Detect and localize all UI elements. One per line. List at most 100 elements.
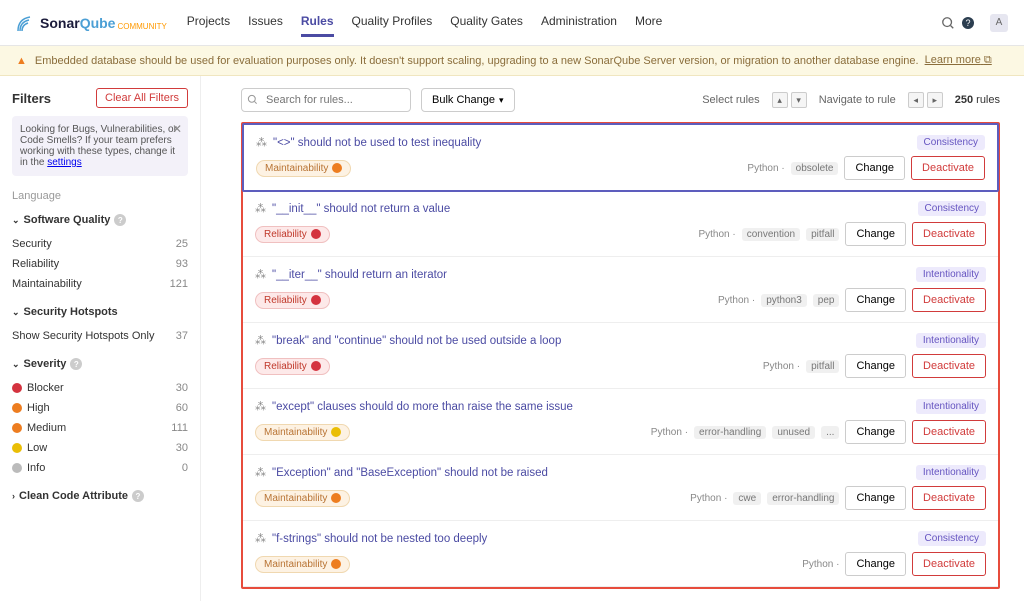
facet-item-severity-medium[interactable]: Medium111: [12, 418, 188, 438]
change-button[interactable]: Change: [845, 288, 906, 312]
rule-type-icon: ⁂: [255, 334, 266, 347]
select-down-button[interactable]: ▾: [791, 92, 807, 108]
select-up-button[interactable]: ▴: [772, 92, 788, 108]
rule-quality-pill: Maintainability: [256, 160, 351, 177]
nav-administration[interactable]: Administration: [541, 8, 617, 37]
close-icon[interactable]: ✕: [172, 122, 182, 136]
sonarqube-logo-icon: [16, 13, 36, 33]
rule-type-icon: ⁂: [255, 400, 266, 413]
chevron-right-icon: ›: [12, 491, 15, 501]
rule-row[interactable]: ⁂ "<>" should not be used to test inequal…: [242, 123, 999, 192]
search-icon[interactable]: [938, 13, 958, 33]
facet-item-security[interactable]: Security25: [12, 234, 188, 254]
rule-tag: cwe: [733, 492, 761, 505]
rule-row[interactable]: ⁂"Exception" and "BaseException" should …: [243, 455, 998, 521]
facet-item-hotspots[interactable]: Show Security Hotspots Only 37: [12, 326, 188, 346]
nav-issues[interactable]: Issues: [248, 8, 283, 37]
chevron-down-icon: ⌄: [12, 359, 20, 370]
nav-more[interactable]: More: [635, 8, 662, 37]
rule-tag: error-handling: [694, 426, 766, 439]
help-icon[interactable]: ?: [70, 358, 82, 370]
change-button[interactable]: Change: [845, 354, 906, 378]
nav-projects[interactable]: Projects: [187, 8, 230, 37]
logo-qube: Qube: [80, 15, 116, 31]
rule-type-icon: ⁂: [255, 532, 266, 545]
severity-facet[interactable]: ⌄ Severity ?: [12, 358, 188, 370]
rule-lang: Python ·: [802, 559, 839, 570]
rule-lang: Python ·: [718, 295, 755, 306]
help-icon[interactable]: ?: [958, 13, 978, 33]
language-facet-label[interactable]: Language: [12, 190, 188, 202]
rule-quality-pill: Maintainability: [255, 424, 350, 441]
facet-item-maintainability[interactable]: Maintainability121: [12, 274, 188, 294]
deactivate-button[interactable]: Deactivate: [912, 222, 986, 246]
rule-quality-pill: Reliability: [255, 358, 330, 375]
rule-title-link[interactable]: "__iter__" should return an iterator: [272, 269, 447, 281]
clear-all-filters-button[interactable]: Clear All Filters: [96, 88, 188, 108]
nav-next-button[interactable]: ▸: [927, 92, 943, 108]
security-hotspots-facet[interactable]: ⌄ Security Hotspots: [12, 306, 188, 318]
nav-quality-profiles[interactable]: Quality Profiles: [352, 8, 433, 37]
severity-dot-icon: [311, 361, 321, 371]
deactivate-button[interactable]: Deactivate: [912, 354, 986, 378]
rule-title-link[interactable]: "Exception" and "BaseException" should n…: [272, 467, 548, 479]
settings-link[interactable]: settings: [47, 157, 81, 168]
facet-item-severity-info[interactable]: Info0: [12, 458, 188, 478]
rule-title-link[interactable]: "except" clauses should do more than rai…: [272, 401, 573, 413]
banner-learn-more-link[interactable]: Learn more ⧉: [925, 54, 992, 67]
deactivate-button[interactable]: Deactivate: [912, 552, 986, 576]
rule-badge: Intentionality: [916, 267, 986, 282]
rule-title-link[interactable]: "break" and "continue" should not be use…: [272, 335, 561, 347]
change-button[interactable]: Change: [845, 552, 906, 576]
severity-dot-icon: [311, 229, 321, 239]
search-icon: [247, 94, 258, 108]
chevron-down-icon: ▾: [499, 95, 504, 106]
logo[interactable]: SonarQube COMMUNITY: [16, 13, 167, 33]
total-rules: 250 rules: [955, 94, 1000, 106]
nav-quality-gates[interactable]: Quality Gates: [450, 8, 523, 37]
nav-rules[interactable]: Rules: [301, 8, 334, 37]
deactivate-button[interactable]: Deactivate: [911, 156, 985, 180]
rule-title-link[interactable]: "<>" should not be used to test inequali…: [273, 137, 481, 149]
change-button[interactable]: Change: [845, 486, 906, 510]
facet-item-severity-blocker[interactable]: Blocker30: [12, 378, 188, 398]
rule-row[interactable]: ⁂ "break" and "continue" should not be us…: [243, 323, 998, 389]
rule-title-link[interactable]: "f-strings" should not be nested too dee…: [272, 533, 487, 545]
chevron-down-icon: ⌄: [12, 215, 20, 226]
bulk-change-button[interactable]: Bulk Change ▾: [421, 88, 515, 112]
clean-code-facet[interactable]: › Clean Code Attribute ?: [12, 490, 188, 502]
severity-dot-icon: [331, 427, 341, 437]
rule-lang: Python ·: [698, 229, 735, 240]
svg-text:?: ?: [965, 18, 970, 28]
rule-row[interactable]: ⁂"__init__" should not return a valueCon…: [243, 191, 998, 257]
rule-badge: Intentionality: [916, 465, 986, 480]
change-button[interactable]: Change: [845, 420, 906, 444]
deactivate-button[interactable]: Deactivate: [912, 420, 986, 444]
rule-tag: pep: [813, 294, 840, 307]
help-icon[interactable]: ?: [114, 214, 126, 226]
severity-dot-icon: [331, 493, 341, 503]
select-rules-label: Select rules: [702, 94, 759, 106]
change-button[interactable]: Change: [844, 156, 905, 180]
rule-tag: convention: [742, 228, 800, 241]
facet-item-severity-high[interactable]: High60: [12, 398, 188, 418]
rule-quality-pill: Maintainability: [255, 556, 350, 573]
rule-row[interactable]: ⁂"__iter__" should return an iteratorInt…: [243, 257, 998, 323]
deactivate-button[interactable]: Deactivate: [912, 486, 986, 510]
rule-type-icon: ⁂: [256, 136, 267, 149]
help-icon[interactable]: ?: [132, 490, 144, 502]
rule-title-link[interactable]: "__init__" should not return a value: [272, 203, 450, 215]
software-quality-facet[interactable]: ⌄ Software Quality ?: [12, 214, 188, 226]
facet-item-severity-low[interactable]: Low30: [12, 438, 188, 458]
severity-dot-icon: [311, 295, 321, 305]
deactivate-button[interactable]: Deactivate: [912, 288, 986, 312]
rule-row[interactable]: ⁂ "f-strings" should not be nested too de…: [243, 521, 998, 587]
rules-search-input[interactable]: [241, 88, 411, 112]
filters-sidebar: Filters Clear All Filters ✕ Looking for …: [0, 76, 200, 601]
nav-prev-button[interactable]: ◂: [908, 92, 924, 108]
rules-content: Bulk Change ▾ Select rules ▴ ▾ Navigate …: [200, 76, 1024, 601]
facet-item-reliability[interactable]: Reliability93: [12, 254, 188, 274]
user-avatar[interactable]: A: [990, 14, 1008, 32]
change-button[interactable]: Change: [845, 222, 906, 246]
rule-row[interactable]: ⁂ "except" clauses should do more than ra…: [243, 389, 998, 455]
